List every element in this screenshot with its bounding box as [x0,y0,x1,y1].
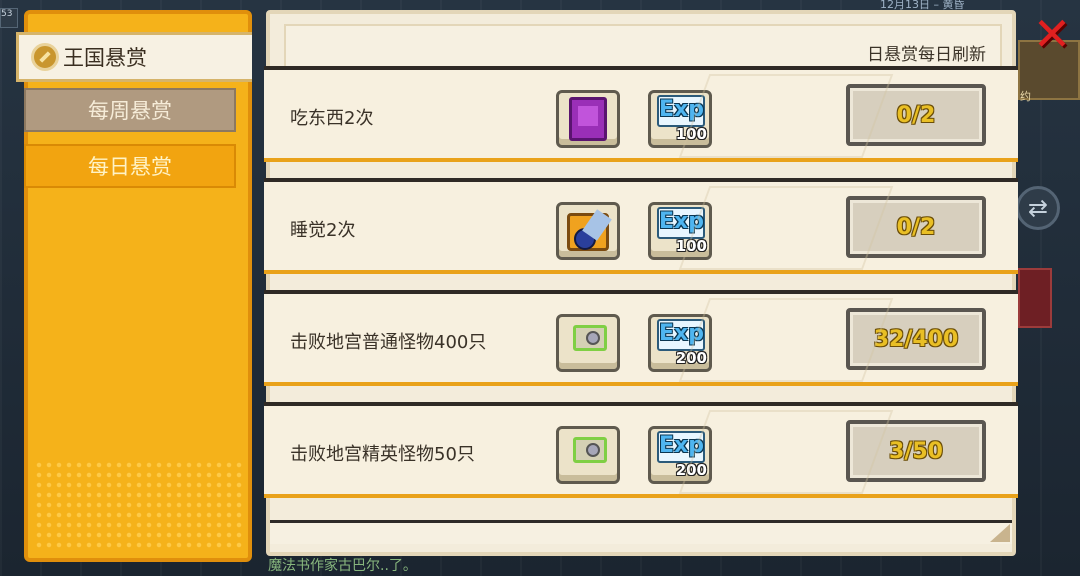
exp-icon: Exp [657,207,705,239]
tab-kingdom-bounty[interactable]: 王国悬赏 [16,32,252,82]
coin-icon [31,43,59,71]
panel-footer [270,520,1012,544]
refresh-note: 日悬赏每日刷新 [867,45,986,65]
right-label: 约 [1020,90,1031,103]
reward-exp[interactable]: Exp 200 [648,426,712,484]
tab-label: 王国悬赏 [63,46,147,70]
purple-book-icon [569,97,607,141]
exp-amount: 200 [675,349,707,367]
quest-row: 睡觉2次 Exp 100 0/2 [264,178,1018,274]
close-x-icon[interactable]: ✕ [1030,11,1074,58]
exp-icon: Exp [657,319,705,351]
quest-name: 击败地宫精英怪物50只 [290,444,475,465]
exp-amount: 100 [675,125,707,143]
reward-exp[interactable]: Exp 100 [648,90,712,148]
quest-row: 击败地宫普通怪物400只 Exp 200 32/400 [264,290,1018,386]
quest-name: 吃东西2次 [290,108,374,129]
swap-arrows-icon[interactable]: ⇄ [1016,186,1060,230]
news-marquee: 魔法书作家古巴尔..了。 [268,558,417,574]
quest-name: 睡觉2次 [290,220,356,241]
reward-item[interactable] [556,90,620,148]
reward-exp[interactable]: Exp 200 [648,314,712,372]
progress-counter: 3/50 [846,420,986,482]
tab-label: 每周悬赏 [88,99,172,123]
right-crate-icon [1018,268,1052,328]
quest-row: 吃东西2次 Exp 100 0/2 [264,66,1018,162]
exp-amount: 100 [675,237,707,255]
exp-icon: Exp [657,431,705,463]
reward-item[interactable] [556,314,620,372]
quest-name: 击败地宫普通怪物400只 [290,332,487,353]
quest-row: 击败地宫精英怪物50只 Exp 200 3/50 [264,402,1018,498]
scroll-icon [567,213,609,251]
tab-weekly-bounty[interactable]: 每周悬赏 [24,88,236,132]
gem-icon [573,437,607,463]
exp-amount: 200 [675,461,707,479]
progress-counter: 32/400 [846,308,986,370]
reward-exp[interactable]: Exp 100 [648,202,712,260]
tab-daily-bounty[interactable]: 每日悬赏 [24,144,236,188]
progress-counter: 0/2 [846,196,986,258]
tab-label: 每日悬赏 [88,155,172,179]
left-counter: 53 [0,8,18,28]
reward-item[interactable] [556,202,620,260]
exp-icon: Exp [657,95,705,127]
reward-item[interactable] [556,426,620,484]
resize-corner-icon [990,524,1010,542]
gem-icon [573,325,607,351]
progress-counter: 0/2 [846,84,986,146]
